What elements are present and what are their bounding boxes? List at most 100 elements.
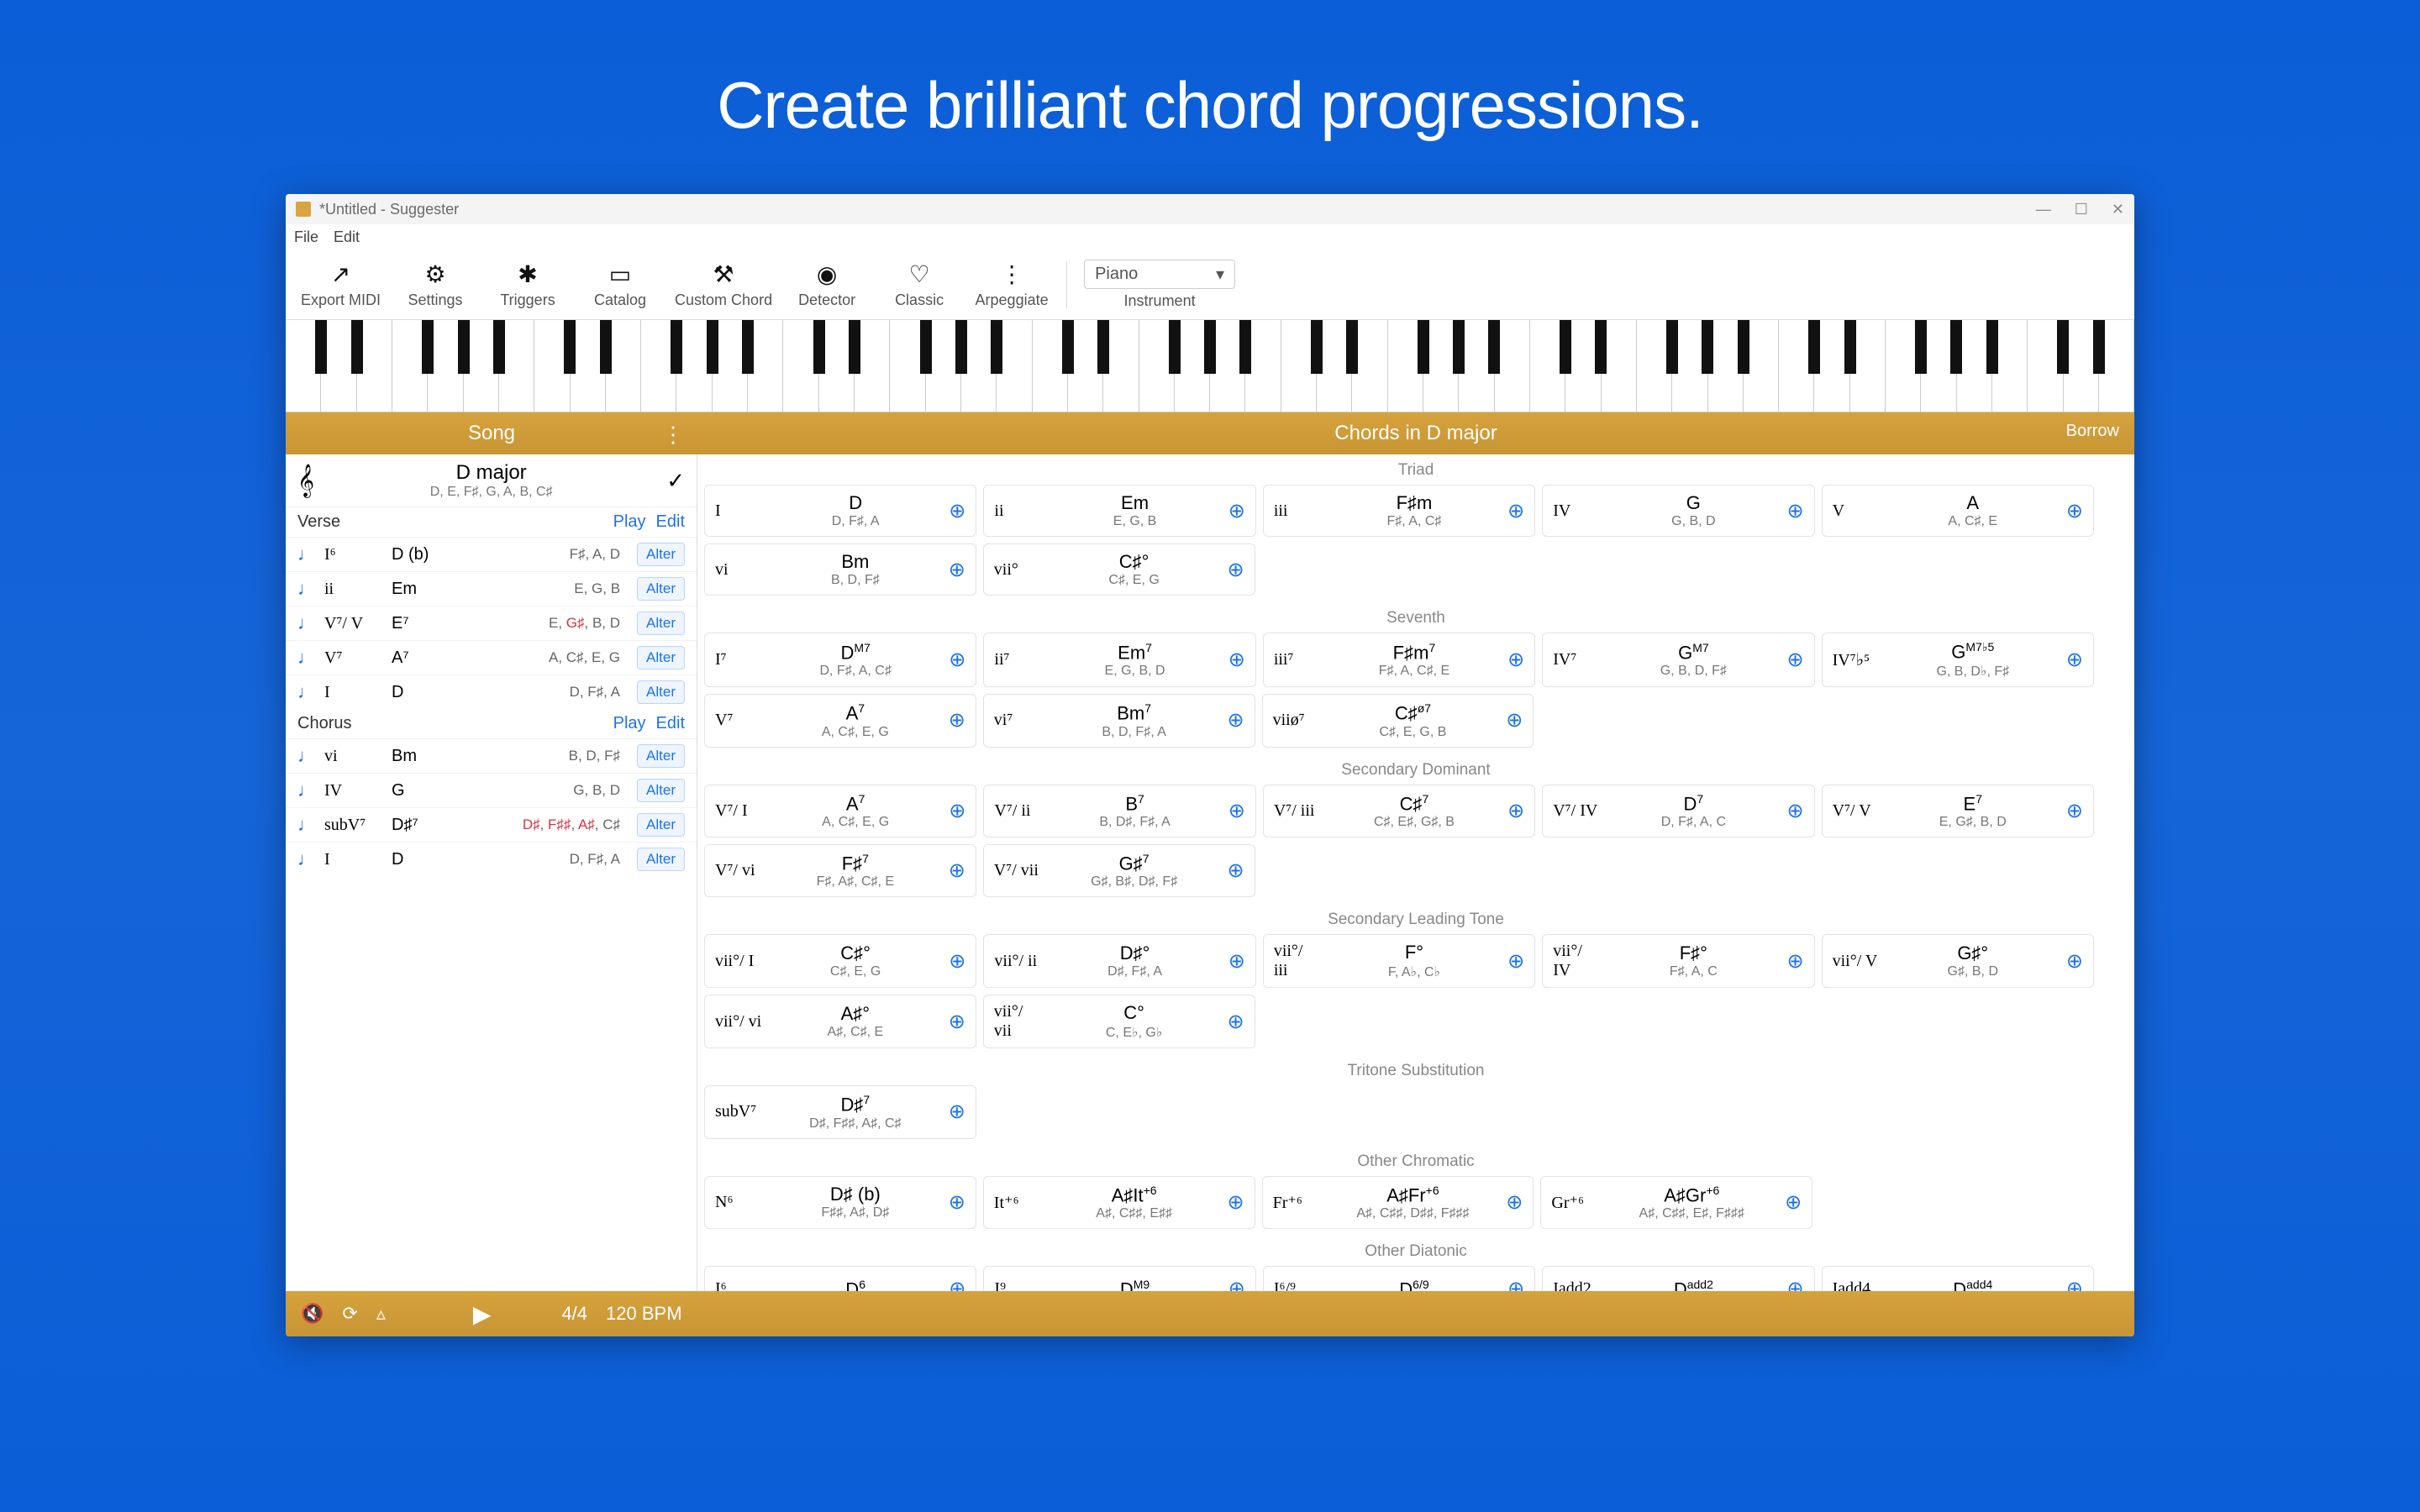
add-chord-icon[interactable]: ⊕	[1787, 799, 1804, 823]
chord-card[interactable]: I⁶ D6 ⊕	[704, 1266, 976, 1291]
chord-card[interactable]: ii EmE, G, B ⊕	[983, 485, 1255, 537]
add-chord-icon[interactable]: ⊕	[2066, 949, 2083, 974]
black-key[interactable]	[1915, 320, 1927, 374]
black-key[interactable]	[1560, 320, 1571, 374]
close-icon[interactable]: ✕	[2112, 201, 2124, 218]
chord-card[interactable]: ii⁷ Em7E, G, B, D ⊕	[983, 633, 1255, 687]
toolbar-export-midi[interactable]: ↗Export MIDI	[301, 260, 381, 309]
key-row[interactable]: 𝄞 D major D, E, F♯, G, A, B, C♯ ✓	[286, 454, 697, 507]
add-chord-icon[interactable]: ⊕	[2066, 648, 2083, 672]
add-chord-icon[interactable]: ⊕	[1227, 558, 1244, 582]
chord-card[interactable]: vii°/ IV F♯°F♯, A, C ⊕	[1542, 934, 1814, 988]
black-key[interactable]	[600, 320, 612, 374]
add-chord-icon[interactable]: ⊕	[949, 558, 965, 582]
black-key[interactable]	[493, 320, 505, 374]
alter-button[interactable]: Alter	[637, 543, 685, 566]
song-chord-row[interactable]: ♩ I D D, F♯, A Alter	[286, 842, 697, 876]
black-key[interactable]	[1097, 320, 1109, 374]
add-chord-icon[interactable]: ⊕	[1787, 499, 1804, 523]
add-chord-icon[interactable]: ⊕	[1228, 648, 1245, 672]
toolbar-custom-chord[interactable]: ⚒Custom Chord	[675, 260, 772, 309]
black-key[interactable]	[1844, 320, 1856, 374]
black-key[interactable]	[1738, 320, 1749, 374]
black-key[interactable]	[1488, 320, 1500, 374]
add-chord-icon[interactable]: ⊕	[2066, 799, 2083, 823]
song-chord-row[interactable]: ♩ V⁷ A⁷ A, C♯, E, G Alter	[286, 640, 697, 675]
black-key[interactable]	[1169, 320, 1181, 374]
chord-card[interactable]: V⁷/ ii B7B, D♯, F♯, A ⊕	[983, 785, 1255, 837]
chord-card[interactable]: vii° C♯°C♯, E, G ⊕	[983, 543, 1255, 596]
black-key[interactable]	[707, 320, 718, 374]
black-key[interactable]	[1986, 320, 1998, 374]
black-key[interactable]	[1808, 320, 1820, 374]
toolbar-triggers[interactable]: ✱Triggers	[490, 260, 566, 309]
add-chord-icon[interactable]: ⊕	[1506, 1190, 1523, 1215]
chord-card[interactable]: vii°/ vii C°C, E♭, G♭ ⊕	[983, 995, 1255, 1048]
alter-button[interactable]: Alter	[637, 779, 685, 802]
add-chord-icon[interactable]: ⊕	[949, 648, 965, 672]
add-chord-icon[interactable]: ⊕	[1507, 648, 1524, 672]
chord-card[interactable]: V AA, C♯, E ⊕	[1822, 485, 2094, 537]
chord-card[interactable]: N⁶ D♯ (b)F♯♯, A♯, D♯ ⊕	[704, 1176, 976, 1229]
song-chord-row[interactable]: ♩ subV⁷ D♯⁷ D♯, F♯♯, A♯, C♯ Alter	[286, 807, 697, 842]
chord-card[interactable]: V⁷/ iii C♯7C♯, E♯, G♯, B ⊕	[1263, 785, 1535, 837]
song-chord-row[interactable]: ♩ I⁶ D (b) F♯, A, D Alter	[286, 537, 697, 571]
black-key[interactable]	[564, 320, 576, 374]
chord-card[interactable]: I DD, F♯, A ⊕	[704, 485, 976, 537]
maximize-icon[interactable]: ☐	[2075, 201, 2088, 218]
chord-card[interactable]: Iadd2 Dadd2 ⊕	[1542, 1266, 1814, 1291]
toolbar-detector[interactable]: ◉Detector	[789, 260, 865, 309]
chord-card[interactable]: vi⁷ Bm7B, D, F♯, A ⊕	[983, 694, 1255, 747]
black-key[interactable]	[1346, 320, 1358, 374]
black-key[interactable]	[1702, 320, 1713, 374]
play-icon[interactable]: ▶	[473, 1300, 492, 1328]
add-chord-icon[interactable]: ⊕	[949, 1100, 965, 1124]
add-chord-icon[interactable]: ⊕	[1228, 799, 1245, 823]
add-chord-icon[interactable]: ⊕	[949, 949, 965, 974]
toolbar-classic[interactable]: ♡Classic	[881, 260, 957, 309]
add-chord-icon[interactable]: ⊕	[1787, 949, 1804, 974]
add-chord-icon[interactable]: ⊕	[1228, 1277, 1245, 1291]
add-chord-icon[interactable]: ⊕	[1787, 648, 1804, 672]
chord-card[interactable]: IV⁷ GM7G, B, D, F♯ ⊕	[1542, 633, 1814, 687]
chord-card[interactable]: V⁷/ vi F♯7F♯, A♯, C♯, E ⊕	[704, 844, 976, 897]
metronome-icon[interactable]: ▵	[376, 1303, 386, 1325]
black-key[interactable]	[2057, 320, 2069, 374]
add-chord-icon[interactable]: ⊕	[949, 1010, 965, 1034]
song-chord-row[interactable]: ♩ IV G G, B, D Alter	[286, 773, 697, 807]
chord-card[interactable]: vii°/ I C♯°C♯, E, G ⊕	[704, 934, 976, 988]
chord-card[interactable]: vii°/ ii D♯°D♯, F♯, A ⊕	[983, 934, 1255, 988]
add-chord-icon[interactable]: ⊕	[1507, 1277, 1524, 1291]
add-chord-icon[interactable]: ⊕	[949, 708, 965, 732]
borrow-button[interactable]: Borrow	[2066, 422, 2119, 441]
instrument-selector[interactable]: Piano▾Instrument	[1084, 260, 1235, 310]
black-key[interactable]	[742, 320, 754, 374]
chord-card[interactable]: I⁷ DM7D, F♯, A, C♯ ⊕	[704, 633, 976, 687]
black-key[interactable]	[1239, 320, 1251, 374]
song-chord-row[interactable]: ♩ I D D, F♯, A Alter	[286, 675, 697, 709]
menu-edit[interactable]: Edit	[334, 228, 360, 246]
toolbar-settings[interactable]: ⚙Settings	[397, 260, 473, 309]
song-chord-row[interactable]: ♩ ii Em E, G, B Alter	[286, 571, 697, 606]
chord-card[interactable]: V⁷/ IV D7D, F♯, A, C ⊕	[1542, 785, 1814, 837]
black-key[interactable]	[422, 320, 434, 374]
black-key[interactable]	[458, 320, 470, 374]
alter-button[interactable]: Alter	[637, 577, 685, 601]
add-chord-icon[interactable]: ⊕	[949, 1190, 965, 1215]
chord-card[interactable]: I⁶/⁹ D6/9 ⊕	[1263, 1266, 1535, 1291]
song-chord-row[interactable]: ♩ vi Bm B, D, F♯ Alter	[286, 738, 697, 773]
loop-icon[interactable]: ⟳	[342, 1303, 357, 1325]
add-chord-icon[interactable]: ⊕	[1228, 949, 1245, 974]
chord-card[interactable]: Gr⁺⁶ A♯Gr+6A♯, C♯♯, E♯, F♯♯♯ ⊕	[1540, 1176, 1812, 1229]
chord-card[interactable]: V⁷/ I A7A, C♯, E, G ⊕	[704, 785, 976, 837]
alter-button[interactable]: Alter	[637, 612, 685, 635]
black-key[interactable]	[315, 320, 327, 374]
add-chord-icon[interactable]: ⊕	[2066, 499, 2083, 523]
play-button[interactable]: Play	[613, 512, 646, 532]
song-menu-icon[interactable]: ⋮	[662, 422, 684, 448]
add-chord-icon[interactable]: ⊕	[1228, 499, 1245, 523]
black-key[interactable]	[1311, 320, 1323, 374]
chord-card[interactable]: vii°/ V G♯°G♯, B, D ⊕	[1822, 934, 2094, 988]
alter-button[interactable]: Alter	[637, 813, 685, 837]
black-key[interactable]	[1204, 320, 1216, 374]
